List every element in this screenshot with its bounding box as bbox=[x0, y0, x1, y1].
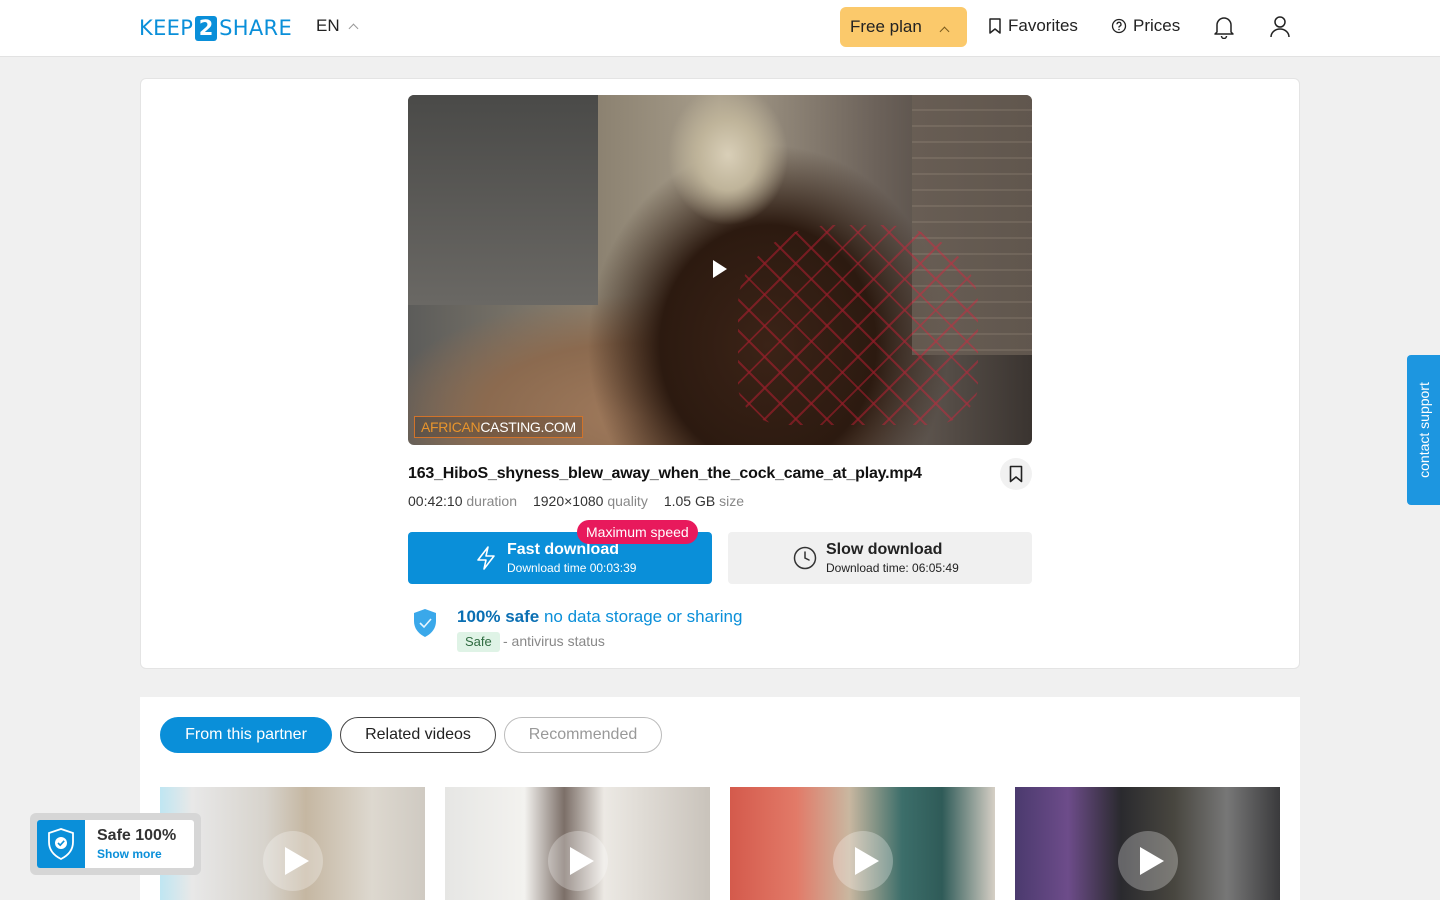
play-icon bbox=[548, 831, 608, 891]
notification-bell-icon[interactable] bbox=[1213, 15, 1235, 39]
chevron-up-icon bbox=[348, 23, 359, 34]
logo-text-left: KEEP bbox=[139, 16, 194, 40]
size-item: 1.05 GB size bbox=[664, 493, 744, 509]
safety-title-rest: no data storage or sharing bbox=[539, 607, 743, 626]
safety-title-bold: 100% safe bbox=[457, 607, 540, 626]
favorites-link[interactable]: Favorites bbox=[988, 16, 1078, 36]
keep2share-logo[interactable]: KEEP 2 SHARE bbox=[139, 14, 292, 42]
bookmark-icon bbox=[989, 18, 1001, 34]
maximum-speed-badge: Maximum speed bbox=[577, 520, 698, 544]
duration-item: 00:42:10 duration bbox=[408, 493, 517, 509]
watermark-part2: CASTING.COM bbox=[480, 419, 576, 435]
duration-label: duration bbox=[466, 493, 517, 509]
video-preview[interactable]: AFRICANCASTING.COM bbox=[408, 95, 1032, 445]
fast-download-time: Download time 00:03:39 bbox=[507, 561, 637, 575]
antivirus-status-text: - antivirus status bbox=[503, 633, 605, 649]
file-name: 163_HiboS_shyness_blew_away_when_the_coc… bbox=[408, 465, 922, 482]
slow-download-time: Download time: 06:05:49 bbox=[826, 561, 959, 575]
logo-text-right: SHARE bbox=[219, 16, 293, 40]
size-value: 1.05 GB bbox=[663, 493, 716, 509]
quality-value: 1920×1080 bbox=[532, 493, 604, 509]
slow-download-title: Slow download bbox=[826, 541, 943, 558]
slow-download-button[interactable]: Slow download Download time: 06:05:49 bbox=[728, 532, 1032, 584]
antivirus-safe-badge: Safe bbox=[457, 632, 500, 652]
play-icon bbox=[263, 831, 323, 891]
language-selector[interactable]: EN bbox=[316, 16, 359, 36]
size-label: size bbox=[719, 493, 744, 509]
logo-text-mid: 2 bbox=[195, 15, 218, 41]
favorites-label: Favorites bbox=[1008, 16, 1078, 35]
video-watermark: AFRICANCASTING.COM bbox=[414, 416, 583, 438]
contact-support-label: contact support bbox=[1415, 382, 1432, 478]
duration-value: 00:42:10 bbox=[408, 493, 463, 509]
chevron-up-icon bbox=[939, 26, 950, 37]
video-thumbnail[interactable] bbox=[1015, 787, 1280, 900]
quality-item: 1920×1080 quality bbox=[533, 493, 648, 509]
contact-support-tab[interactable]: contact support bbox=[1407, 355, 1440, 505]
bookmark-icon bbox=[1009, 465, 1023, 483]
language-label: EN bbox=[316, 16, 340, 35]
prices-label: Prices bbox=[1133, 16, 1181, 35]
tab-related-videos[interactable]: Related videos bbox=[340, 717, 496, 753]
show-more-link[interactable]: Show more bbox=[97, 847, 162, 861]
help-circle-icon bbox=[1111, 18, 1127, 34]
video-thumbnail[interactable] bbox=[730, 787, 995, 900]
shield-check-icon bbox=[414, 609, 436, 637]
safety-title: 100% safe no data storage or sharing bbox=[457, 607, 742, 627]
safe-widget-title: Safe 100% bbox=[97, 827, 177, 844]
video-thumbnail[interactable] bbox=[445, 787, 710, 900]
top-header: KEEP 2 SHARE EN Free plan Favorites Prices bbox=[0, 0, 1440, 57]
quality-label: quality bbox=[607, 493, 648, 509]
tab-recommended[interactable]: Recommended bbox=[504, 717, 662, 753]
play-icon[interactable] bbox=[713, 260, 727, 278]
free-plan-button[interactable]: Free plan bbox=[840, 7, 967, 47]
video-frame-detail bbox=[738, 225, 978, 425]
video-frame-shelf bbox=[408, 95, 598, 305]
safe-widget-body: Safe 100% Show more bbox=[37, 820, 194, 868]
prices-link[interactable]: Prices bbox=[1111, 16, 1180, 36]
add-favorite-button[interactable] bbox=[1000, 458, 1032, 490]
user-account-icon[interactable] bbox=[1270, 16, 1290, 38]
play-icon bbox=[1118, 831, 1178, 891]
play-icon bbox=[833, 831, 893, 891]
file-meta: 00:42:10 duration 1920×1080 quality 1.05… bbox=[408, 493, 744, 509]
safe-widget[interactable]: Safe 100% Show more bbox=[30, 813, 201, 875]
shield-check-icon bbox=[37, 820, 85, 868]
tab-from-this-partner[interactable]: From this partner bbox=[160, 717, 332, 753]
watermark-part1: AFRICAN bbox=[421, 419, 481, 435]
lightning-icon bbox=[477, 546, 495, 570]
plan-label: Free plan bbox=[850, 17, 922, 36]
clock-icon bbox=[793, 546, 817, 570]
